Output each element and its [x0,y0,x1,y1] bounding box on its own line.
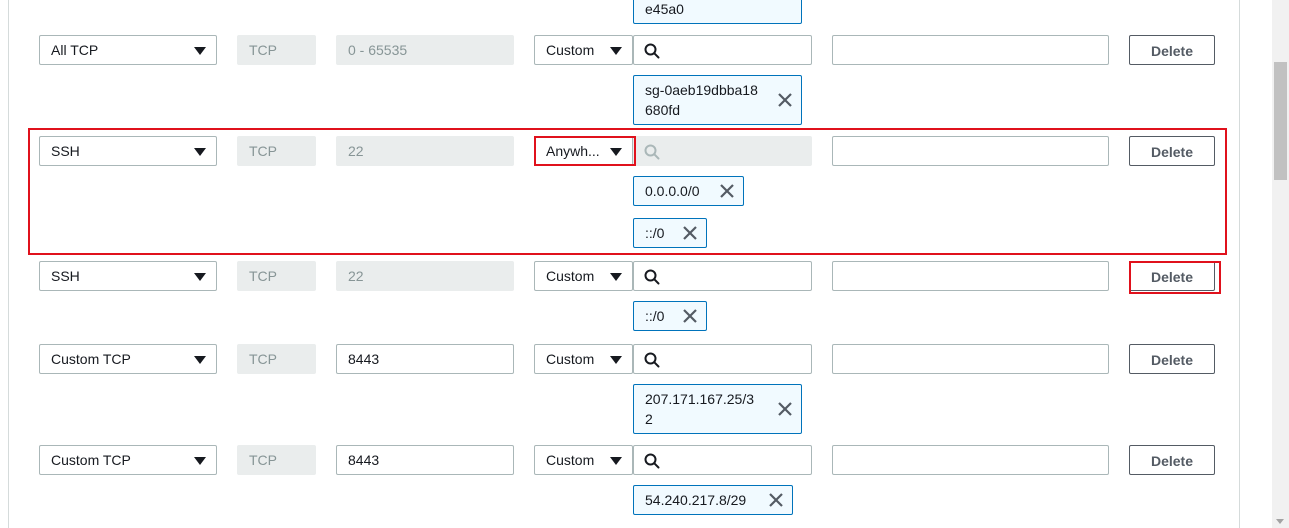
caret-down-icon [610,273,622,281]
protocol-value: TCP [249,452,277,468]
source-chip: ::/0 [633,218,707,248]
port-range-input[interactable]: 8443 [336,344,514,374]
port-range-field: 22 [336,261,514,291]
type-value: Custom TCP [51,452,131,468]
type-value: Custom TCP [51,351,131,367]
delete-button[interactable]: Delete [1129,261,1215,291]
source-search-input[interactable] [633,445,812,475]
source-chip: 54.240.217.8/29 [633,485,793,515]
search-icon [644,352,660,368]
type-select[interactable]: Custom TCP [39,445,217,475]
description-input[interactable] [832,344,1109,374]
close-icon[interactable] [777,401,793,417]
source-chip: 207.171.167.25/3 2 [633,384,802,434]
caret-down-icon [194,148,206,156]
source-type-select[interactable]: Custom [534,445,633,475]
protocol-value: TCP [249,268,277,284]
source-type-value: Custom [546,268,595,284]
source-chip: sg-0aeb19dbba18 680fd [633,75,802,125]
close-icon[interactable] [719,183,735,199]
description-input[interactable] [832,136,1109,166]
delete-button[interactable]: Delete [1129,344,1215,374]
type-select[interactable]: SSH [39,136,217,166]
close-icon[interactable] [768,492,784,508]
type-value: SSH [51,143,80,159]
port-range-value: 0 - 65535 [348,42,408,58]
description-input[interactable] [832,261,1109,291]
search-icon [644,43,660,59]
close-icon[interactable] [682,225,698,241]
source-search-input [633,136,812,166]
description-input[interactable] [832,445,1109,475]
caret-down-icon [194,273,206,281]
source-type-value: Anywh... [546,143,600,159]
delete-button[interactable]: Delete [1129,35,1215,65]
scroll-down-arrow-icon[interactable] [1276,519,1284,524]
port-range-value: 22 [348,143,364,159]
source-type-select[interactable]: Anywh... [534,136,633,166]
chip-label: ::/0 [645,225,665,241]
scrollbar[interactable] [1272,0,1289,528]
source-type-value: Custom [546,42,595,58]
caret-down-icon [194,356,206,364]
chip-label: e45a0 [645,1,684,17]
protocol-value: TCP [249,143,277,159]
delete-button[interactable]: Delete [1129,445,1215,475]
source-chip: e45a0 [633,0,802,24]
port-range-input[interactable]: 8443 [336,445,514,475]
source-search-input[interactable] [633,35,812,65]
type-value: All TCP [51,42,99,58]
source-search-input[interactable] [633,344,812,374]
search-icon [644,453,660,469]
protocol-field: TCP [237,344,316,374]
delete-button[interactable]: Delete [1129,136,1215,166]
chip-label: 54.240.217.8/29 [645,492,747,508]
protocol-value: TCP [249,351,277,367]
type-select[interactable]: SSH [39,261,217,291]
inbound-rules-panel: e45a0 All TCP TCP 0 - 65535 Custom Delet… [8,0,1240,528]
protocol-field: TCP [237,136,316,166]
protocol-field: TCP [237,35,316,65]
caret-down-icon [194,457,206,465]
close-icon[interactable] [777,92,793,108]
port-range-field: 0 - 65535 [336,35,514,65]
source-type-select[interactable]: Custom [534,344,633,374]
port-range-field: 22 [336,136,514,166]
chip-label: ::/0 [645,308,665,324]
scrollbar-thumb[interactable] [1274,62,1287,180]
close-icon[interactable] [682,308,698,324]
protocol-field: TCP [237,261,316,291]
port-range-value: 8443 [348,452,380,468]
search-icon [644,269,660,285]
source-type-value: Custom [546,452,595,468]
description-input[interactable] [832,35,1109,65]
source-search-input[interactable] [633,261,812,291]
caret-down-icon [610,148,622,156]
source-type-select[interactable]: Custom [534,35,633,65]
type-value: SSH [51,268,80,284]
type-select[interactable]: All TCP [39,35,217,65]
protocol-value: TCP [249,42,277,58]
caret-down-icon [610,47,622,55]
caret-down-icon [610,356,622,364]
source-chip: 0.0.0.0/0 [633,176,744,206]
caret-down-icon [194,47,206,55]
source-chip: ::/0 [633,301,707,331]
source-type-value: Custom [546,351,595,367]
caret-down-icon [610,457,622,465]
type-select[interactable]: Custom TCP [39,344,217,374]
source-type-select[interactable]: Custom [534,261,633,291]
chip-label: 0.0.0.0/0 [645,183,700,199]
protocol-field: TCP [237,445,316,475]
port-range-value: 8443 [348,351,380,367]
search-icon [644,144,660,160]
port-range-value: 22 [348,268,364,284]
